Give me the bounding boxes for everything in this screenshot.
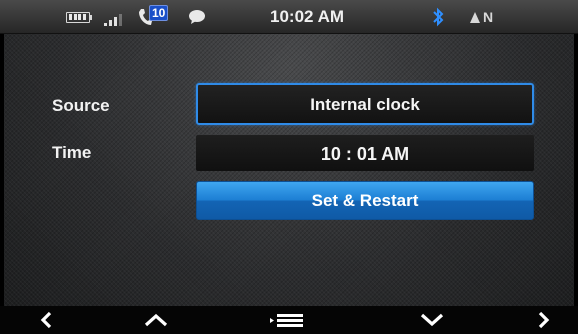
time-label: Time: [52, 143, 92, 162]
forward-button[interactable]: [526, 306, 562, 334]
right-bezel: [574, 0, 578, 306]
missed-calls-badge: 10: [149, 5, 169, 21]
compass-indicator: N: [470, 0, 493, 34]
signal-icon: [104, 0, 122, 34]
source-selector[interactable]: Internal clock: [196, 83, 534, 125]
status-bar: 10 10:02 AM N: [0, 0, 578, 34]
compass-arrow-icon: [470, 11, 480, 23]
time-field[interactable]: 10 : 01 AM: [196, 135, 534, 171]
battery-icon: [66, 0, 92, 34]
menu-button[interactable]: [264, 306, 314, 334]
back-button[interactable]: [28, 306, 64, 334]
chevron-right-icon: [538, 311, 550, 329]
set-restart-button[interactable]: Set & Restart: [196, 181, 534, 220]
down-button[interactable]: [414, 306, 450, 334]
chevron-left-icon: [40, 311, 52, 329]
status-clock: 10:02 AM: [270, 7, 345, 26]
chevron-up-icon: [144, 313, 168, 327]
message-icon[interactable]: [188, 0, 206, 34]
bluetooth-icon: [432, 0, 444, 34]
menu-icon: [270, 314, 303, 327]
up-button[interactable]: [138, 306, 174, 334]
source-label: Source: [52, 96, 110, 115]
chevron-down-icon: [420, 313, 444, 327]
screen: 10 10:02 AM N Source Internal clock Time…: [0, 0, 578, 334]
left-bezel: [0, 0, 4, 306]
compass-heading: N: [483, 9, 494, 25]
